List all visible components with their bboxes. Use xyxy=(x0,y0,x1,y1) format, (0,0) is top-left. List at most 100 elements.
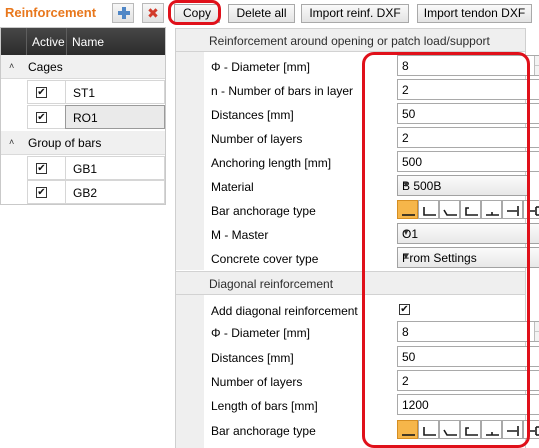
field-value: 2 xyxy=(402,83,409,97)
group-label: Cages xyxy=(28,60,63,74)
table-row-selected[interactable]: ✔ RO1 xyxy=(1,105,165,129)
column-header-name[interactable]: Name xyxy=(72,35,104,49)
hook-180-anchor-icon xyxy=(465,427,478,436)
spin-buttons[interactable]: ▲ ▼ xyxy=(534,322,539,341)
prop-row-material: Material B 500B ▼ ↻ xyxy=(204,174,528,198)
diag-diameter-stepper[interactable]: 8 ▲ ▼ xyxy=(397,321,539,342)
spin-buttons[interactable]: ▲ ▼ xyxy=(534,56,539,75)
prop-label: Concrete cover type xyxy=(211,252,319,266)
cover-type-select[interactable]: From Settings ▼ xyxy=(397,247,539,268)
column-separator xyxy=(66,28,67,55)
prop-row-num-bars: n - Number of bars in layer 2 xyxy=(204,78,539,102)
prop-label: Add diagonal reinforcement xyxy=(211,304,358,318)
active-cell: ✔ xyxy=(27,105,65,129)
table-row[interactable]: ✔ GB2 xyxy=(1,180,165,204)
import-tendon-dxf-button[interactable]: Import tendon DXF xyxy=(417,4,532,23)
column-header-active[interactable]: Active xyxy=(32,35,65,49)
prop-label: n - Number of bars in layer xyxy=(211,84,354,98)
master-select[interactable]: O1 ▼ xyxy=(397,223,539,244)
name-cell[interactable]: ST1 xyxy=(65,80,165,104)
active-cell: ✔ xyxy=(27,80,65,104)
section-title: Reinforcement around opening or patch lo… xyxy=(209,34,490,48)
anchorage-option-button[interactable] xyxy=(481,200,502,219)
name-cell[interactable]: GB2 xyxy=(65,180,165,204)
prop-label: Material xyxy=(211,180,254,194)
anchorage-option-button[interactable] xyxy=(481,420,502,439)
collapse-chevron-icon[interactable]: ˄ xyxy=(9,137,14,147)
hook-135-anchor-icon xyxy=(443,429,457,436)
name-cell[interactable]: GB1 xyxy=(65,156,165,180)
material-select[interactable]: B 500B ▼ xyxy=(397,175,528,196)
diag-layers-field[interactable]: 2 xyxy=(397,370,539,391)
anchorage-option-button[interactable] xyxy=(460,200,481,219)
copy-button[interactable]: Copy xyxy=(174,4,220,23)
end-plate-anchor-icon xyxy=(507,426,519,436)
bar-length-field[interactable]: 1200 xyxy=(397,394,539,415)
prop-label: Φ - Diameter [mm] xyxy=(211,326,310,340)
straight-anchor-icon xyxy=(402,434,415,436)
table-row[interactable]: ✔ ST1 xyxy=(1,80,165,104)
threaded-anchor-icon xyxy=(528,426,539,436)
anchorage-option-button[interactable] xyxy=(397,200,418,219)
layers-field[interactable]: 2 xyxy=(397,127,539,148)
active-checkbox[interactable]: ✔ xyxy=(36,87,47,98)
section-gutter xyxy=(176,295,204,448)
anchorage-option-button[interactable] xyxy=(418,200,439,219)
anchoring-length-field[interactable]: 500 xyxy=(397,151,539,172)
row-name: GB1 xyxy=(73,162,98,176)
table-row[interactable]: ✔ GB1 xyxy=(1,156,165,180)
delete-all-button[interactable]: Delete all xyxy=(228,4,295,23)
property-panel: Reinforcement around opening or patch lo… xyxy=(175,28,539,448)
diameter-stepper[interactable]: 8 ▲ ▼ xyxy=(397,55,539,76)
end-plate-anchor-icon xyxy=(507,206,519,216)
anchorage-option-button[interactable] xyxy=(397,420,418,439)
active-checkbox[interactable]: ✔ xyxy=(36,112,47,123)
add-diagonal-checkbox[interactable]: ✔ xyxy=(399,304,410,315)
reinforcement-grid: Active Name ˄ Cages ✔ ST1 ✔ RO1 ˄ Group … xyxy=(0,27,166,205)
anchorage-option-button[interactable] xyxy=(502,420,523,439)
field-value: 2 xyxy=(402,374,409,388)
section-header-diagonal-reinforcement[interactable]: Diagonal reinforcement xyxy=(176,271,525,295)
anchorage-option-button[interactable] xyxy=(523,420,539,439)
anchorage-option-button[interactable] xyxy=(523,200,539,219)
threaded-anchor-icon xyxy=(528,206,539,216)
prop-label: Number of layers xyxy=(211,375,303,389)
group-row-group-of-bars[interactable]: ˄ Group of bars xyxy=(1,131,165,155)
prop-label: Distances [mm] xyxy=(211,108,294,122)
hook-135-anchor-icon xyxy=(443,209,457,216)
active-checkbox[interactable]: ✔ xyxy=(36,187,47,198)
diag-distances-field[interactable]: 50 xyxy=(397,346,539,367)
row-name: GB2 xyxy=(73,186,98,200)
row-name: ST1 xyxy=(73,86,96,100)
distances-field[interactable]: 50 xyxy=(397,103,539,124)
prop-row-diag-anchorage-type: Bar anchorage type xyxy=(204,418,539,442)
anchorage-option-button[interactable] xyxy=(418,420,439,439)
prop-row-add-diagonal: Add diagonal reinforcement ✔ xyxy=(204,298,525,322)
anchorage-option-button[interactable] xyxy=(502,200,523,219)
num-bars-field[interactable]: 2 xyxy=(397,79,539,100)
name-cell[interactable]: RO1 xyxy=(65,105,165,129)
anchorage-option-button[interactable] xyxy=(439,420,460,439)
group-row-cages[interactable]: ˄ Cages xyxy=(1,55,165,79)
grid-header: Active Name xyxy=(1,28,165,55)
column-separator xyxy=(26,28,27,55)
toolbar: Reinforcement ✖ Copy Delete all Import r… xyxy=(0,0,539,26)
anchorage-option-button[interactable] xyxy=(439,200,460,219)
active-checkbox[interactable]: ✔ xyxy=(36,163,47,174)
prop-label: Bar anchorage type xyxy=(211,204,316,218)
prop-row-diag-diameter: Φ - Diameter [mm] 8 ▲ ▼ xyxy=(204,320,539,344)
section-header-opening-reinforcement[interactable]: Reinforcement around opening or patch lo… xyxy=(176,28,525,52)
add-button[interactable] xyxy=(112,3,134,23)
prop-row-bar-length: Length of bars [mm] 1200 xyxy=(204,393,539,417)
collapse-chevron-icon[interactable]: ˄ xyxy=(9,61,14,71)
field-value: 8 xyxy=(402,59,409,73)
anchorage-option-button[interactable] xyxy=(460,420,481,439)
field-value: 500 xyxy=(402,155,423,169)
prop-row-diag-layers: Number of layers 2 xyxy=(204,369,539,393)
import-reinf-dxf-button[interactable]: Import reinf. DXF xyxy=(301,4,409,23)
active-cell: ✔ xyxy=(27,156,65,180)
prop-label: Distances [mm] xyxy=(211,351,294,365)
prop-label: Φ - Diameter [mm] xyxy=(211,60,310,74)
delete-button[interactable]: ✖ xyxy=(142,3,164,23)
prop-label: Length of bars [mm] xyxy=(211,399,318,413)
